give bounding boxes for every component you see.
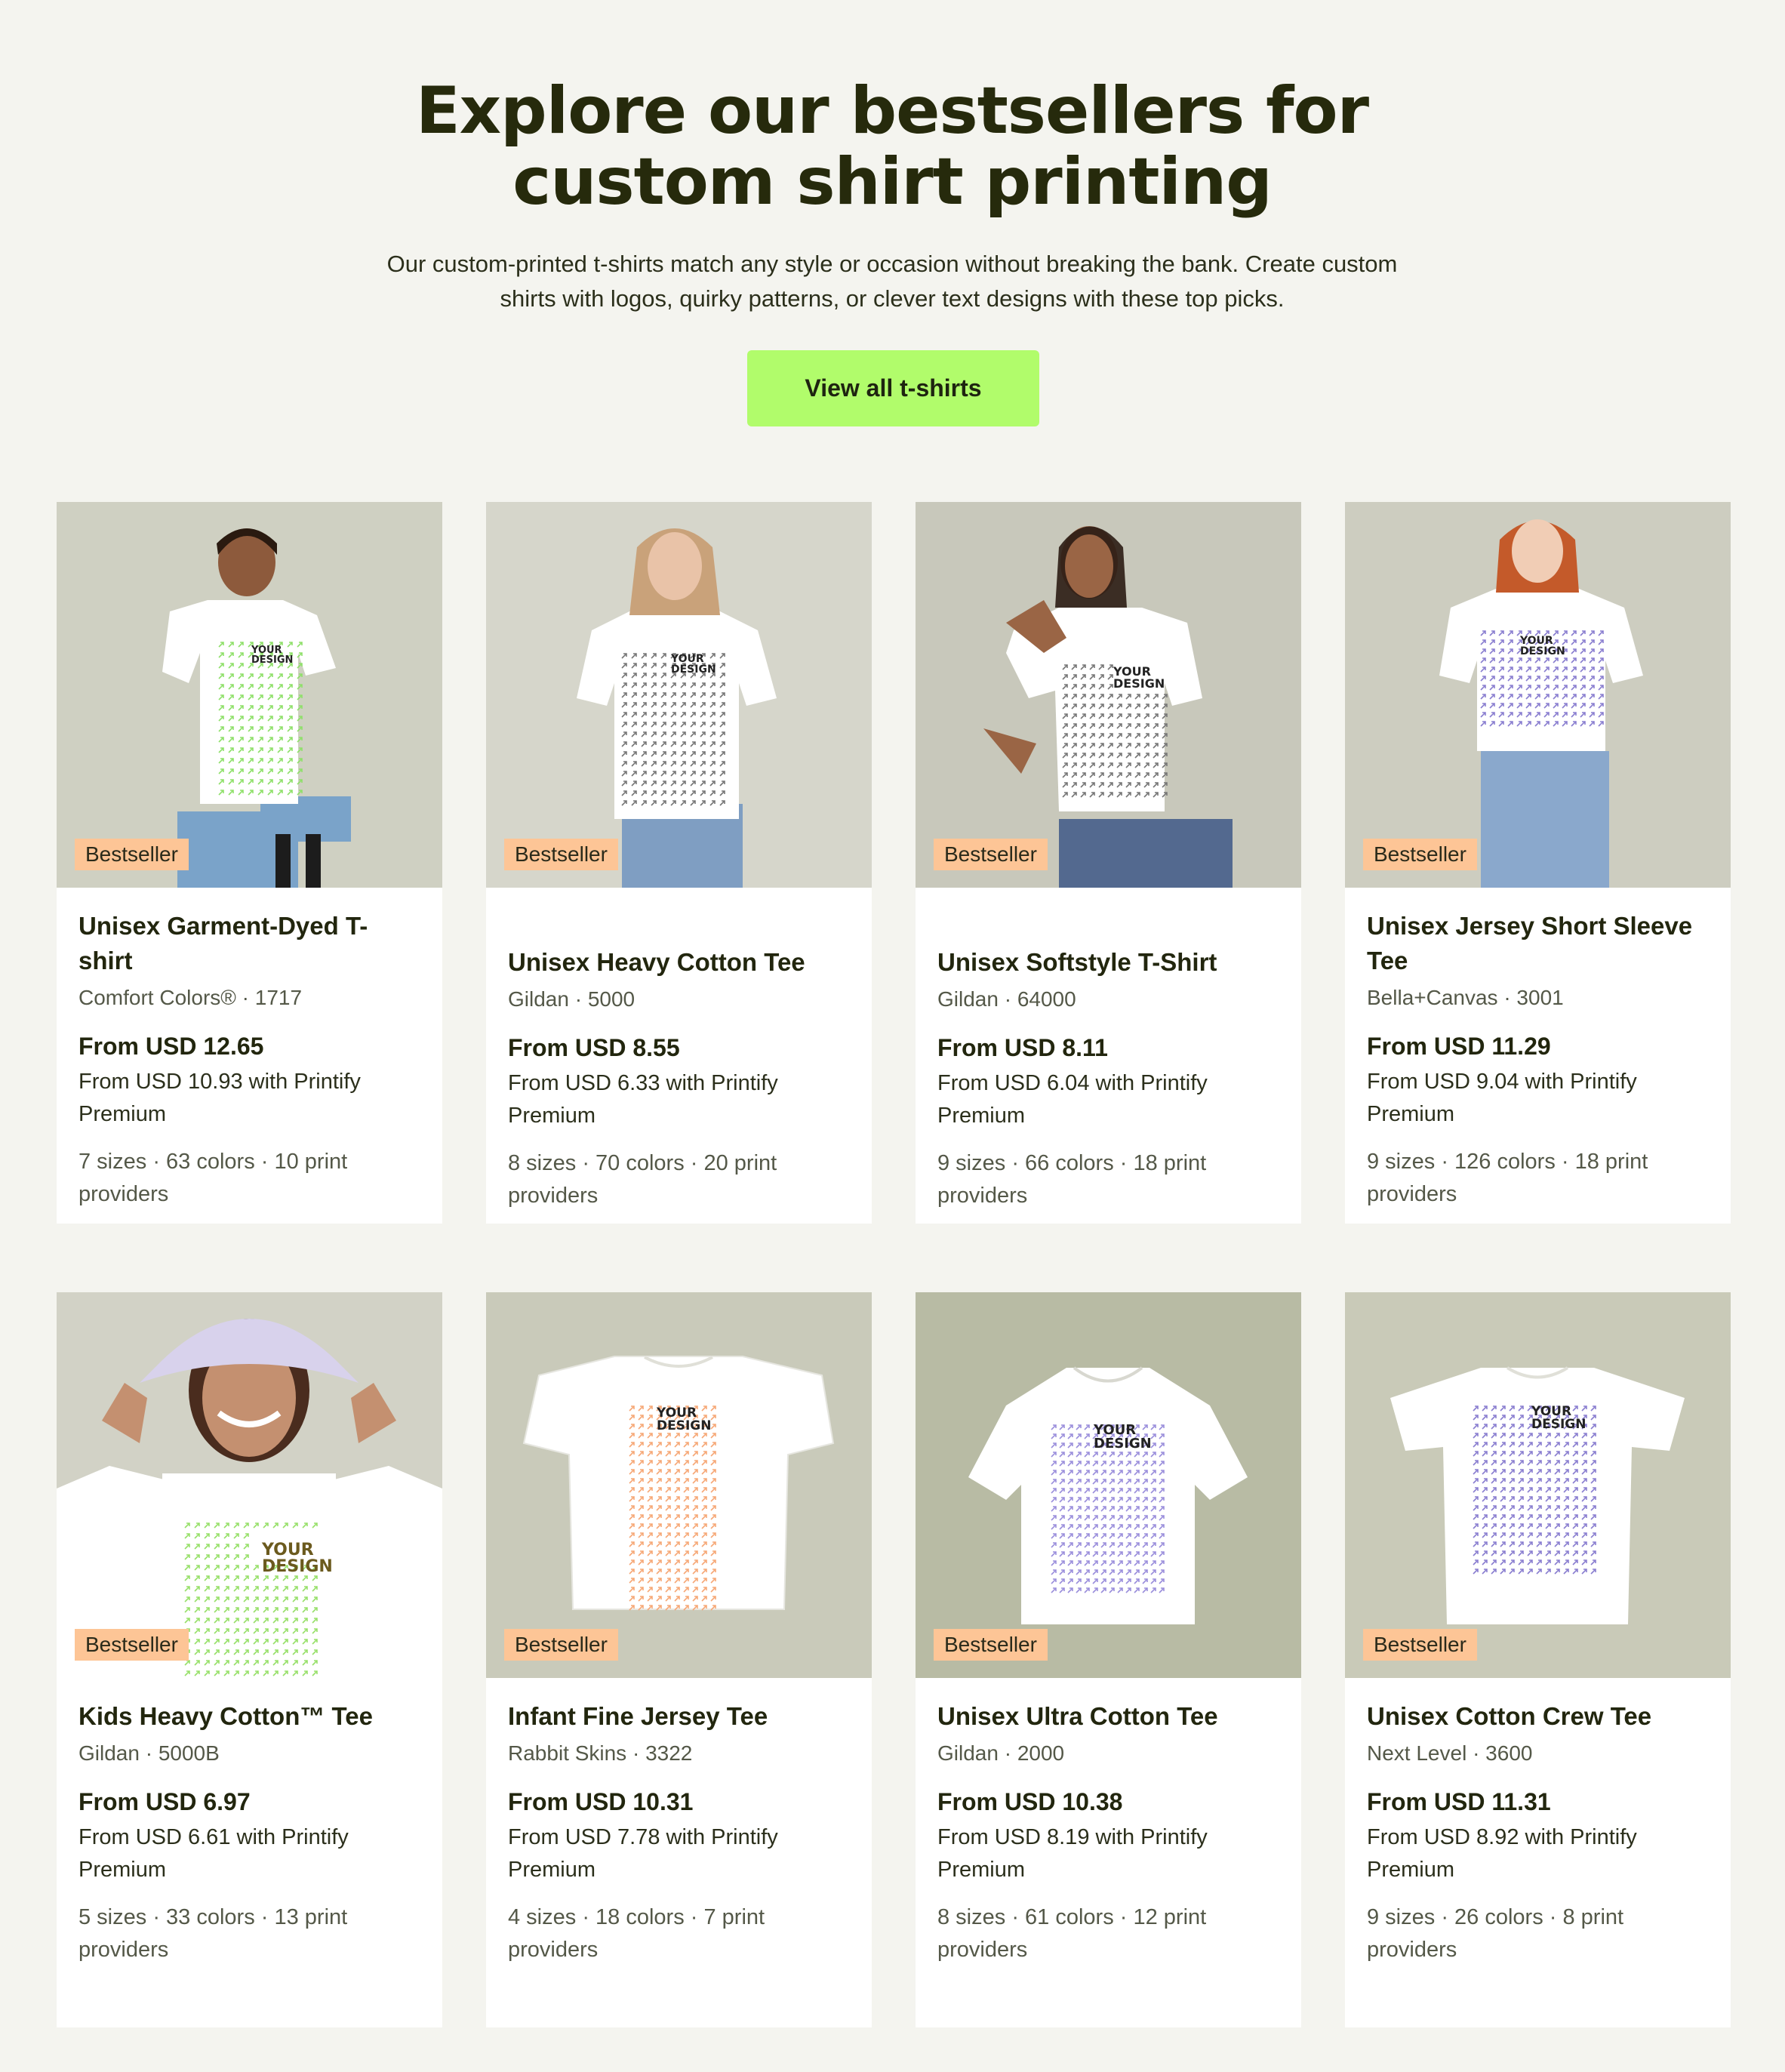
page-subtitle: Our custom-printed t-shirts match any st… bbox=[386, 251, 1398, 312]
svg-text:DESIGN: DESIGN bbox=[1113, 676, 1165, 691]
product-photo: YOURDESIGN bbox=[1345, 502, 1731, 888]
product-card[interactable]: YOUR DESIGN Bestseller Unisex Heavy Cotton … bbox=[486, 502, 872, 1224]
bestseller-badge: Bestseller bbox=[504, 1629, 618, 1661]
product-brand: Rabbit Skins · 3322 bbox=[508, 1741, 693, 1765]
product-meta: 8 sizes · 61 colors · 12 print providers bbox=[937, 1905, 1207, 1962]
product-title[interactable]: Unisex Cotton Crew Tee bbox=[1367, 1699, 1709, 1734]
product-image[interactable]: YOUR DESIGN Bestseller bbox=[486, 502, 872, 888]
page-title: Explore our bestsellers for custom shirt… bbox=[415, 73, 1369, 220]
page: Explore our bestsellers for custom shirt… bbox=[0, 0, 1785, 2072]
product-card[interactable]: YOUR DESIGN Bestseller Unisex Jersey Short … bbox=[1345, 502, 1731, 1224]
product-title[interactable]: Unisex Garment-Dyed T-shirt bbox=[78, 909, 420, 978]
product-info: Unisex Ultra Cotton Tee Gildan · 2000 From… bbox=[916, 1678, 1301, 1966]
view-all-tshirts-button[interactable]: View all t-shirts bbox=[747, 350, 1039, 426]
product-image[interactable]: YOUR DESIGN Bestseller bbox=[916, 1292, 1301, 1678]
product-title[interactable]: Unisex Ultra Cotton Tee bbox=[937, 1699, 1279, 1734]
bestseller-badge: Bestseller bbox=[504, 839, 618, 870]
product-image[interactable]: YOUR DESIGN Bestseller bbox=[1345, 502, 1731, 888]
svg-text:DESIGN: DESIGN bbox=[671, 663, 716, 676]
product-price: From USD 6.97 bbox=[78, 1788, 251, 1815]
product-premium-price: From USD 6.61 with Printify Premium bbox=[78, 1825, 349, 1882]
product-photo: YOURDESIGN bbox=[916, 502, 1301, 888]
product-card[interactable]: YOUR DESIGN Bestseller Unisex Softstyle T-S… bbox=[916, 502, 1301, 1224]
product-price: From USD 8.55 bbox=[508, 1034, 680, 1061]
product-title[interactable]: Unisex Jersey Short Sleeve Tee bbox=[1367, 909, 1709, 978]
product-brand: Bella+Canvas · 3001 bbox=[1367, 986, 1564, 1009]
product-title[interactable]: Unisex Softstyle T-Shirt bbox=[937, 945, 1279, 980]
product-brand: Gildan · 5000 bbox=[508, 987, 636, 1011]
product-brand: Gildan · 2000 bbox=[937, 1741, 1065, 1765]
product-image[interactable]: YOUR DESIGN Bestseller bbox=[57, 1292, 442, 1678]
bestseller-badge: Bestseller bbox=[75, 1629, 189, 1661]
product-price: From USD 8.11 bbox=[937, 1034, 1108, 1061]
product-image[interactable]: YOUR DESIGN Bestseller bbox=[57, 502, 442, 888]
product-image[interactable]: YOUR DESIGN Bestseller bbox=[1345, 1292, 1731, 1678]
product-meta: 4 sizes · 18 colors · 7 print providers bbox=[508, 1905, 765, 1962]
product-meta: 9 sizes · 26 colors · 8 print providers bbox=[1367, 1905, 1624, 1962]
product-photo: YOURDESIGN bbox=[916, 1292, 1301, 1678]
product-brand: Gildan · 5000B bbox=[78, 1741, 220, 1765]
product-premium-price: From USD 6.33 with Printify Premium bbox=[508, 1071, 778, 1128]
product-premium-price: From USD 8.19 with Printify Premium bbox=[937, 1825, 1208, 1882]
product-info: Unisex Cotton Crew Tee Next Level · 3600 F… bbox=[1345, 1678, 1731, 1966]
product-meta: 5 sizes · 33 colors · 13 print providers bbox=[78, 1905, 348, 1962]
bestseller-badge: Bestseller bbox=[1363, 1629, 1477, 1661]
svg-text:DESIGN: DESIGN bbox=[262, 1557, 333, 1576]
product-photo: YOURDESIGN bbox=[57, 1292, 442, 1678]
product-card[interactable]: YOUR DESIGN Bestseller Kids Heavy Cotton™ T… bbox=[57, 1292, 442, 2027]
bestseller-badge: Bestseller bbox=[934, 839, 1048, 870]
svg-text:DESIGN: DESIGN bbox=[1520, 645, 1565, 657]
product-image[interactable]: YOUR DESIGN Bestseller bbox=[486, 1292, 872, 1678]
product-info: Unisex Garment-Dyed T-shirt Comfort Color… bbox=[57, 888, 442, 1211]
product-photo: YOURDESIGN bbox=[1345, 1292, 1731, 1678]
bestseller-badge: Bestseller bbox=[934, 1629, 1048, 1661]
product-title[interactable]: Kids Heavy Cotton™ Tee bbox=[78, 1699, 420, 1734]
svg-text:DESIGN: DESIGN bbox=[657, 1418, 711, 1433]
product-card[interactable]: YOUR DESIGN Bestseller Unisex Garment-Dyed … bbox=[57, 502, 442, 1224]
product-price: From USD 12.65 bbox=[78, 1033, 264, 1060]
product-brand: Next Level · 3600 bbox=[1367, 1741, 1533, 1765]
product-photo: YOURDESIGN bbox=[486, 1292, 872, 1678]
product-card[interactable]: YOUR DESIGN Bestseller Infant Fine Jersey T… bbox=[486, 1292, 872, 2027]
product-info: Unisex Jersey Short Sleeve Tee Bella+Canv… bbox=[1345, 888, 1731, 1211]
svg-text:DESIGN: DESIGN bbox=[1531, 1417, 1586, 1432]
product-price: From USD 11.31 bbox=[1367, 1788, 1551, 1815]
product-title[interactable]: Unisex Heavy Cotton Tee bbox=[508, 945, 850, 980]
product-card[interactable]: YOUR DESIGN Bestseller Unisex Cotton Crew T… bbox=[1345, 1292, 1731, 2027]
product-info: Kids Heavy Cotton™ Tee Gildan · 5000B From… bbox=[57, 1678, 442, 1966]
product-price: From USD 10.31 bbox=[508, 1788, 694, 1815]
product-info: Unisex Heavy Cotton Tee Gildan · 5000 From… bbox=[486, 888, 872, 1212]
product-premium-price: From USD 6.04 with Printify Premium bbox=[937, 1071, 1208, 1128]
svg-text:DESIGN: DESIGN bbox=[1094, 1436, 1152, 1452]
product-meta: 9 sizes · 126 colors · 18 print provider… bbox=[1367, 1150, 1648, 1206]
product-photo: YOURDESIGN bbox=[57, 502, 442, 888]
product-brand: Gildan · 64000 bbox=[937, 987, 1076, 1011]
product-title[interactable]: Infant Fine Jersey Tee bbox=[508, 1699, 850, 1734]
bestseller-badge: Bestseller bbox=[1363, 839, 1477, 870]
product-premium-price: From USD 10.93 with Printify Premium bbox=[78, 1070, 361, 1126]
product-premium-price: From USD 9.04 with Printify Premium bbox=[1367, 1070, 1637, 1126]
product-photo: YOURDESIGN bbox=[486, 502, 872, 888]
product-card[interactable]: YOUR DESIGN Bestseller Unisex Ultra Cotton … bbox=[916, 1292, 1301, 2027]
product-info: Infant Fine Jersey Tee Rabbit Skins · 332… bbox=[486, 1678, 872, 1966]
product-image[interactable]: YOUR DESIGN Bestseller bbox=[916, 502, 1301, 888]
product-info: Unisex Softstyle T-Shirt Gildan · 64000 Fr… bbox=[916, 888, 1301, 1212]
product-meta: 7 sizes · 63 colors · 10 print providers bbox=[78, 1150, 348, 1206]
product-meta: 8 sizes · 70 colors · 20 print providers bbox=[508, 1151, 777, 1208]
product-price: From USD 11.29 bbox=[1367, 1033, 1551, 1060]
product-price: From USD 10.38 bbox=[937, 1788, 1123, 1815]
product-brand: Comfort Colors® · 1717 bbox=[78, 986, 303, 1009]
svg-text:DESIGN: DESIGN bbox=[251, 654, 293, 666]
product-meta: 9 sizes · 66 colors · 18 print providers bbox=[937, 1151, 1207, 1208]
product-premium-price: From USD 7.78 with Printify Premium bbox=[508, 1825, 778, 1882]
product-premium-price: From USD 8.92 with Printify Premium bbox=[1367, 1825, 1637, 1882]
bestseller-badge: Bestseller bbox=[75, 839, 189, 870]
